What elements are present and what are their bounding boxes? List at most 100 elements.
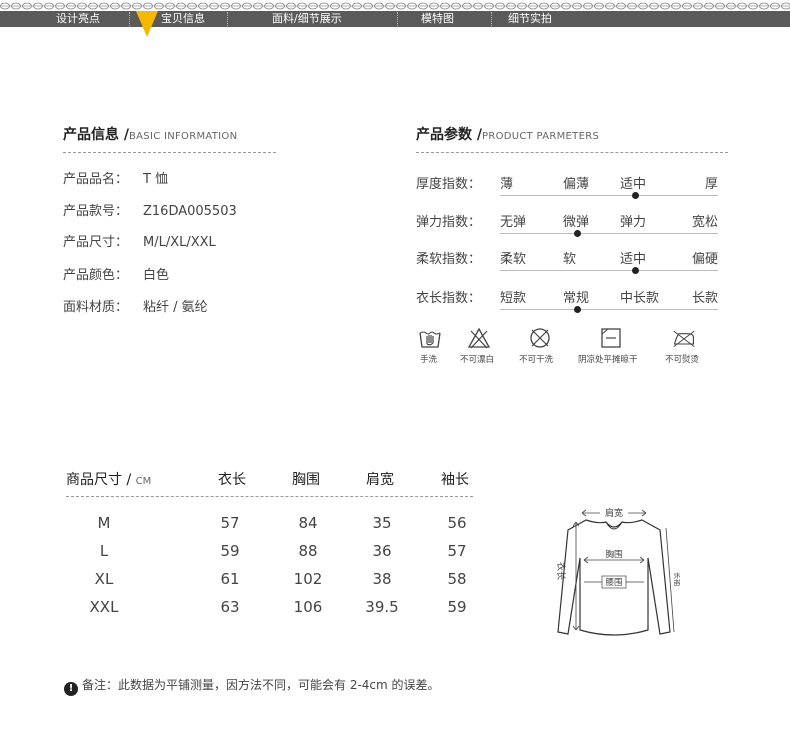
hand-wash-icon <box>419 331 441 348</box>
nav-item-detail[interactable]: 细节实拍 <box>508 11 552 27</box>
measurement-cell: 84 <box>298 514 318 532</box>
param-scale-line <box>500 309 718 310</box>
measurement-cell: 36 <box>372 542 392 560</box>
note-text: 备注：此数据为平铺测量，因方法不同，可能会有 2-4cm 的误差。 <box>82 678 440 692</box>
col-header-length: 衣长 <box>218 472 246 488</box>
param-option: 适中 <box>620 252 647 267</box>
product-info-subtitle: BASIC INFORMATION <box>129 131 238 142</box>
param-selected-dot <box>632 192 639 199</box>
info-label: 面料材质： <box>63 300 129 315</box>
measurement-cell: 102 <box>293 570 323 588</box>
info-value: 粘纤 / 氨纶 <box>143 300 208 315</box>
product-info-title: 产品信息 / <box>63 127 129 143</box>
col-header-sleeve: 袖长 <box>441 472 469 488</box>
size-table-title: 商品尺寸 / <box>66 472 132 488</box>
size-cell: M <box>97 514 111 532</box>
nav-separator <box>227 12 228 26</box>
measurement-cell: 57 <box>447 542 467 560</box>
param-selected-dot <box>574 230 581 237</box>
info-row-style-no: 产品款号： Z16DA005503 <box>63 200 237 219</box>
shirt-measurement-diagram: 肩宽 胸围 腰围 衣长 长袖 <box>555 506 680 636</box>
param-label: 弹力指数： <box>416 215 482 230</box>
param-option: 适中 <box>620 177 647 192</box>
measurement-cell: 39.5 <box>365 598 399 616</box>
diagram-label-length: 衣长 <box>555 562 567 580</box>
nav-item-model[interactable]: 模特图 <box>421 11 454 27</box>
measurement-cell: 57 <box>220 514 240 532</box>
no-dry-clean-icon <box>530 328 550 348</box>
param-option: 常规 <box>563 291 590 306</box>
col-header-chest: 胸围 <box>292 472 320 488</box>
size-cell: XXL <box>89 598 119 616</box>
product-params-subtitle: PRODUCT PARMETERS <box>482 131 600 142</box>
param-option: 厚 <box>704 177 718 192</box>
param-selected-dot <box>632 267 639 274</box>
measurement-cell: 88 <box>298 542 318 560</box>
measurement-note: ! 备注：此数据为平铺测量，因方法不同，可能会有 2-4cm 的误差。 <box>64 676 440 696</box>
top-nav-bar: 设计亮点 宝贝信息 面料/细节展示 模特图 细节实拍 <box>0 0 790 37</box>
param-scale-line <box>500 270 718 271</box>
diagram-label-waist: 腰围 <box>605 578 622 588</box>
nav-item-fabric[interactable]: 面料/细节展示 <box>272 11 342 27</box>
product-params-heading: 产品参数 /PRODUCT PARMETERS <box>416 124 599 144</box>
measurement-cell: 38 <box>372 570 392 588</box>
measurement-cell: 59 <box>220 542 240 560</box>
param-option: 宽松 <box>691 215 718 230</box>
measurement-cell: 59 <box>447 598 467 616</box>
divider <box>66 496 473 497</box>
param-option: 无弹 <box>500 215 527 230</box>
info-label: 产品款号： <box>63 204 129 219</box>
param-option: 中长款 <box>620 291 660 306</box>
param-option: 薄 <box>500 177 514 192</box>
product-params-title: 产品参数 / <box>416 127 482 143</box>
care-label: 不可干洗 <box>519 355 554 365</box>
nav-separator <box>397 12 398 26</box>
measurement-cell: 63 <box>220 598 240 616</box>
param-label: 柔软指数： <box>416 252 482 267</box>
nav-active-pointer <box>136 11 158 37</box>
measurement-cell: 106 <box>293 598 323 616</box>
diagram-label-shoulder: 肩宽 <box>605 507 623 519</box>
measurement-cell: 61 <box>220 570 240 588</box>
diagram-label-sleeve: 长袖 <box>673 572 680 586</box>
nav-band <box>0 11 790 27</box>
param-label: 厚度指数： <box>416 177 482 192</box>
info-row-size: 产品尺寸： M/L/XL/XXL <box>63 231 216 250</box>
product-info-heading: 产品信息 /BASIC INFORMATION <box>63 124 237 144</box>
param-scale-line <box>500 233 718 234</box>
info-label: 产品颜色： <box>63 268 129 283</box>
info-label: 产品尺寸： <box>63 235 129 250</box>
nav-separator <box>129 12 130 26</box>
param-option: 偏薄 <box>563 177 590 192</box>
param-option: 长款 <box>691 291 718 306</box>
param-selected-dot <box>574 306 581 313</box>
size-cell: L <box>99 542 109 560</box>
nav-item-design[interactable]: 设计亮点 <box>56 11 100 27</box>
divider <box>416 152 728 153</box>
param-option: 弹力 <box>620 215 647 230</box>
info-row-name: 产品品名： T 恤 <box>63 168 168 187</box>
care-label: 不可漂白 <box>460 355 495 365</box>
info-label: 产品品名： <box>63 172 129 187</box>
care-label: 不可熨烫 <box>665 355 700 365</box>
no-bleach-icon <box>467 327 491 349</box>
col-header-shoulder: 肩宽 <box>366 472 394 488</box>
care-label: 手洗 <box>420 355 438 365</box>
nav-separator <box>491 12 492 26</box>
info-value: 白色 <box>143 268 170 283</box>
measurement-cell: 35 <box>372 514 392 532</box>
param-label: 衣长指数： <box>416 291 482 306</box>
size-cell: XL <box>94 570 114 588</box>
param-option: 短款 <box>500 291 527 306</box>
param-option: 柔软 <box>500 252 527 267</box>
nav-item-product-info[interactable]: 宝贝信息 <box>161 11 205 27</box>
divider <box>63 152 276 153</box>
no-iron-icon <box>673 330 695 347</box>
diagram-label-chest: 胸围 <box>605 549 622 560</box>
size-table-unit: CM <box>135 476 152 487</box>
info-row-material: 面料材质： 粘纤 / 氨纶 <box>63 296 208 315</box>
exclamation-icon: ! <box>64 682 78 696</box>
measurement-cell: 56 <box>447 514 467 532</box>
info-value: T 恤 <box>143 172 169 187</box>
shade-flat-dry-icon <box>601 328 621 348</box>
